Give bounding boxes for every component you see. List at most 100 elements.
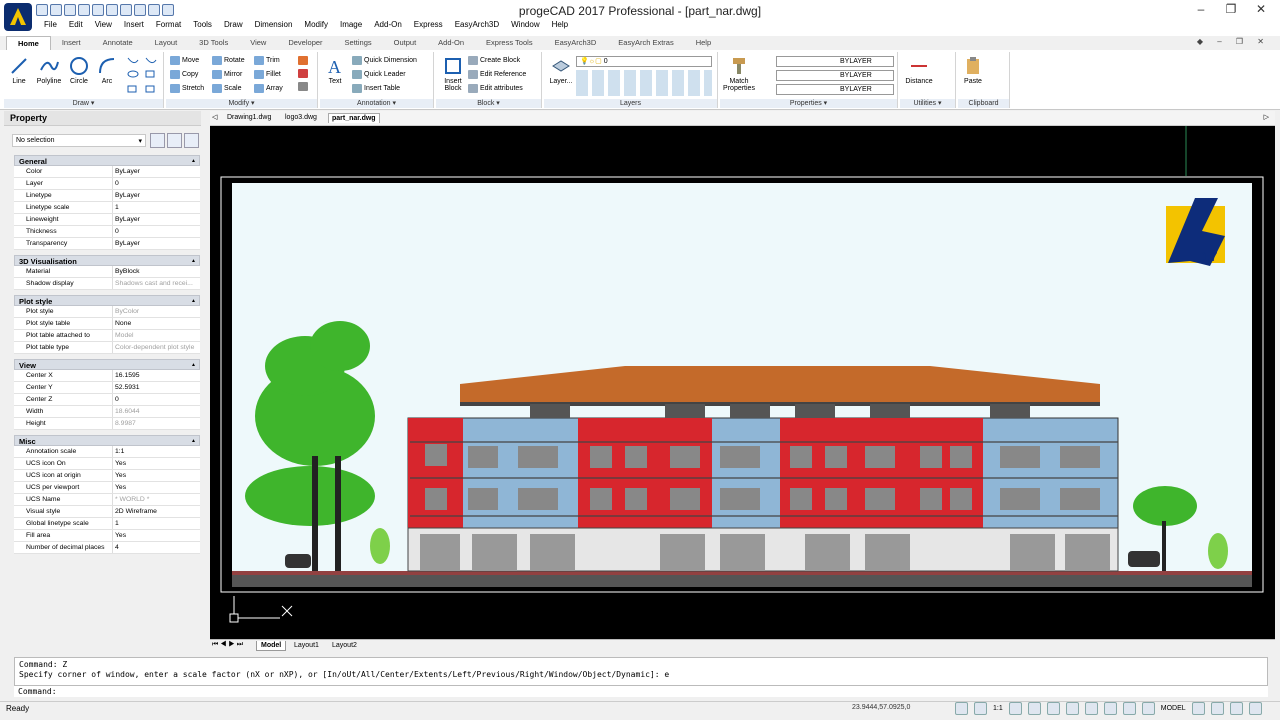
property-value[interactable]: 0 [113, 394, 200, 405]
tab-scroll-right-icon[interactable]: ▷ [1264, 113, 1269, 121]
selection-dropdown[interactable]: No selection ▾ [12, 134, 146, 147]
circle-button[interactable]: Circle [66, 56, 92, 85]
property-row[interactable]: UCS per viewport Yes [14, 482, 200, 494]
menu-add-on[interactable]: Add-On [368, 19, 408, 31]
menu-file[interactable]: File [38, 19, 63, 31]
property-value[interactable]: 1 [113, 518, 200, 529]
paste-button[interactable]: Paste [960, 56, 986, 85]
menu-format[interactable]: Format [150, 19, 187, 31]
property-value[interactable]: Yes [113, 458, 200, 469]
menu-express[interactable]: Express [408, 19, 449, 31]
quick-dimension-button[interactable]: Quick Dimension [352, 56, 417, 65]
maximize-icon[interactable]: ❐ [1216, 0, 1246, 20]
property-row[interactable]: Lineweight ByLayer [14, 214, 200, 226]
property-row[interactable]: Shadow display Shadows cast and recei... [14, 278, 200, 290]
rotate-button[interactable]: Rotate [212, 56, 245, 65]
tab-developer[interactable]: Developer [277, 36, 333, 50]
line-button[interactable]: Line [6, 56, 32, 85]
match-properties-button[interactable]: Match Properties [722, 56, 756, 92]
ortho-icon[interactable] [1046, 702, 1060, 715]
property-row[interactable]: Center Z0 [14, 394, 200, 406]
property-row[interactable]: UCS icon at origin Yes [14, 470, 200, 482]
property-value[interactable]: None [113, 318, 200, 329]
grid-icon[interactable] [1027, 702, 1041, 715]
tab-help[interactable]: Help [685, 36, 722, 50]
command-input[interactable]: Command: [14, 685, 1268, 697]
draw-small-tools[interactable] [124, 56, 160, 96]
edit-attributes-button[interactable]: Edit attributes [468, 84, 523, 93]
tab-add-on[interactable]: Add-On [427, 36, 475, 50]
quick-select-icon[interactable] [150, 133, 165, 148]
section-view[interactable]: View [14, 359, 200, 371]
property-value[interactable]: 2D Wireframe [113, 506, 200, 517]
property-value[interactable]: Shadows cast and recei... [113, 278, 200, 289]
property-value[interactable]: 8.9987 [113, 418, 200, 429]
array-button[interactable]: Array [254, 84, 283, 93]
annotation-panel-label[interactable]: Annotation ▾ [320, 99, 433, 108]
draw-panel-label[interactable]: Draw ▾ [4, 99, 163, 108]
menu-insert[interactable]: Insert [118, 19, 150, 31]
tab-3d-tools[interactable]: 3D Tools [188, 36, 239, 50]
menu-window[interactable]: Window [505, 19, 545, 31]
tab-scroll-left-icon[interactable]: ◁ [212, 113, 217, 121]
menu-tools[interactable]: Tools [187, 19, 218, 31]
property-row[interactable]: Linetype scale 1 [14, 202, 200, 214]
property-value[interactable]: ByColor [113, 306, 200, 317]
block-panel-label[interactable]: Block ▾ [436, 99, 541, 108]
mirror-button[interactable]: Mirror [212, 70, 242, 79]
text-button[interactable]: A Text [322, 56, 348, 85]
layer-tools[interactable] [576, 70, 712, 96]
property-value[interactable]: 4 [113, 542, 200, 553]
annotation-visibility-icon[interactable] [955, 702, 968, 715]
menu-view[interactable]: View [89, 19, 118, 31]
properties-panel-label[interactable]: Properties ▾ [720, 99, 897, 108]
doc-tab-1[interactable]: logo3.dwg [282, 113, 320, 122]
property-value[interactable]: Yes [113, 482, 200, 493]
property-row[interactable]: Center Y 52.5931 [14, 382, 200, 394]
property-row[interactable]: Plot table attached to Model [14, 330, 200, 342]
property-value[interactable]: 0 [113, 178, 200, 189]
property-value[interactable]: ByLayer [113, 238, 200, 249]
property-value[interactable]: 16.1595 [113, 370, 200, 381]
lineweight-icon[interactable] [1122, 702, 1136, 715]
menu-help[interactable]: Help [546, 19, 574, 31]
modify-panel-label[interactable]: Modify ▾ [166, 99, 317, 108]
minimize-icon[interactable]: – [1186, 0, 1216, 20]
property-row[interactable]: Fill area Yes [14, 530, 200, 542]
quick-properties-icon[interactable] [1141, 702, 1155, 715]
erase-icon[interactable] [298, 56, 308, 91]
autoscale-icon[interactable] [974, 702, 987, 715]
lineweight-combo[interactable]: BYLAYER [776, 84, 894, 95]
snap-icon[interactable] [1008, 702, 1022, 715]
workspace-icon[interactable] [1210, 702, 1224, 715]
model-space-button[interactable]: MODEL [1161, 705, 1186, 712]
property-value[interactable]: 18.6044 [113, 406, 200, 417]
copy-button[interactable]: Copy [170, 70, 198, 79]
property-value[interactable]: ByLayer [113, 166, 200, 177]
section-general[interactable]: General [14, 155, 200, 167]
property-row[interactable]: Color ByLayer [14, 166, 200, 178]
property-row[interactable]: Global linetype scale 1 [14, 518, 200, 530]
property-row[interactable]: Thickness 0 [14, 226, 200, 238]
polyline-button[interactable]: Polyline [34, 56, 64, 85]
property-row[interactable]: Plot style ByColor [14, 306, 200, 318]
filter-icon[interactable] [184, 133, 199, 148]
otrack-icon[interactable] [1103, 702, 1117, 715]
property-row[interactable]: Linetype ByLayer [14, 190, 200, 202]
property-row[interactable]: Transparency ByLayer [14, 238, 200, 250]
property-value[interactable]: 52.5931 [113, 382, 200, 393]
property-row[interactable]: Plot style table None [14, 318, 200, 330]
edit-reference-button[interactable]: Edit Reference [468, 70, 526, 79]
doc-tab-0[interactable]: Drawing1.dwg [224, 113, 274, 122]
quick-leader-button[interactable]: Quick Leader [352, 70, 406, 79]
property-value[interactable]: Yes [113, 530, 200, 541]
property-value[interactable]: 0 [113, 226, 200, 237]
scale-button[interactable]: Scale [212, 84, 242, 93]
property-row[interactable]: Center X 16.1595 [14, 370, 200, 382]
tab-view[interactable]: View [239, 36, 277, 50]
tab-express-tools[interactable]: Express Tools [475, 36, 544, 50]
annotation-scale[interactable]: 1:1 [993, 705, 1003, 712]
tab-easyarch3d[interactable]: EasyArch3D [544, 36, 608, 50]
property-row[interactable]: Visual style 2D Wireframe [14, 506, 200, 518]
property-value[interactable]: Color-dependent plot style [113, 342, 200, 353]
